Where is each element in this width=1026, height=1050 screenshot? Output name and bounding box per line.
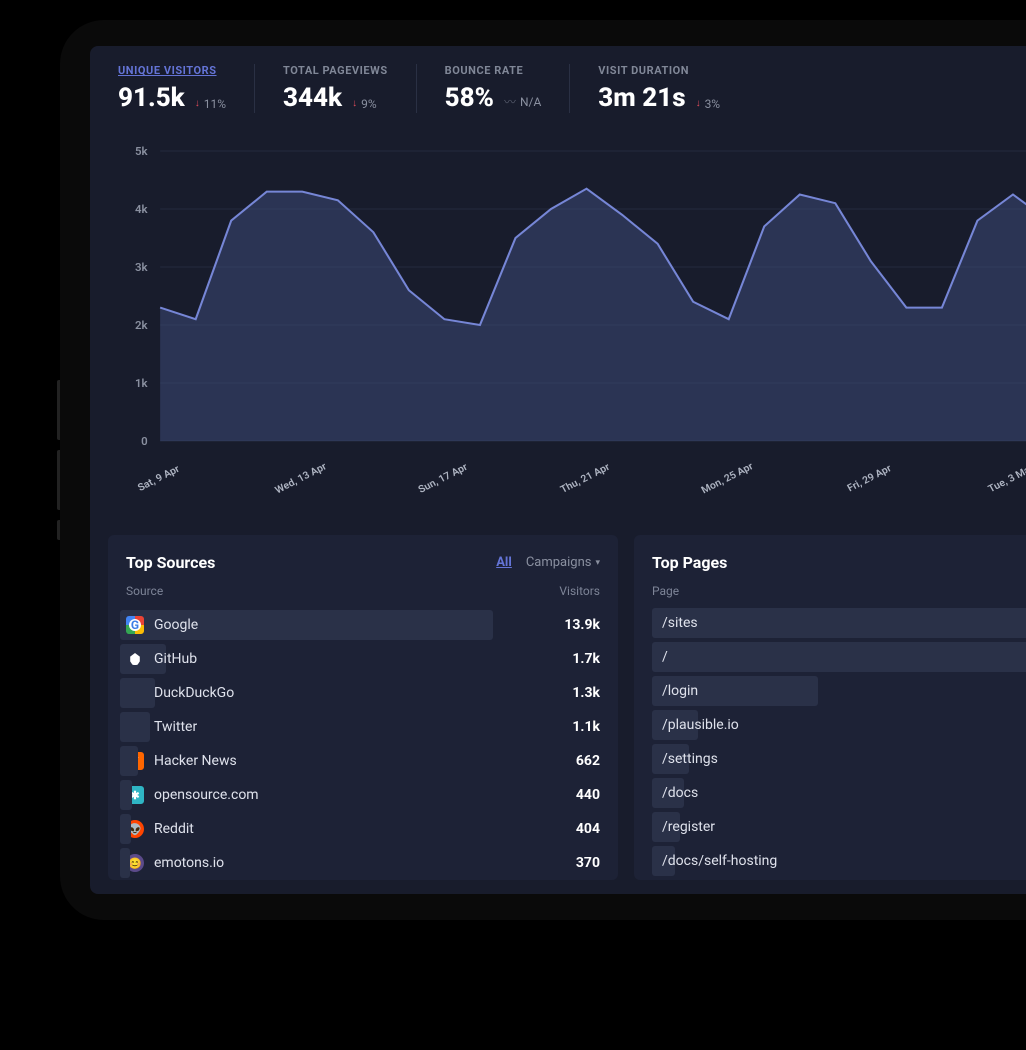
kpi-label: VISIT DURATION [598, 64, 720, 77]
svg-text:Mon, 25 Apr: Mon, 25 Apr [700, 461, 756, 496]
source-name: Reddit [154, 821, 194, 837]
kpi-visit-duration[interactable]: VISIT DURATION 3m 21s ↓ 3% [570, 64, 748, 113]
page-path: /login [652, 683, 698, 699]
source-name: opensource.com [154, 787, 259, 803]
tab-campaigns[interactable]: Campaigns ▾ [526, 555, 600, 570]
source-visitors: 13.9k [564, 617, 600, 633]
device-button [57, 380, 60, 440]
kpi-total-pageviews[interactable]: TOTAL PAGEVIEWS 344k ↓ 9% [255, 64, 417, 113]
col-page: Page [652, 584, 679, 598]
top-pages-panel: Top Pages Top Pages Page /sites / /login… [634, 535, 1026, 880]
source-visitors: 662 [576, 753, 600, 769]
source-name: GitHub [154, 651, 197, 667]
kpi-delta: ↓ 9% [352, 97, 377, 111]
arrow-down-icon: ↓ [352, 98, 357, 109]
svg-text:Thu, 21 Apr: Thu, 21 Apr [559, 462, 612, 496]
svg-text:Fri, 29 Apr: Fri, 29 Apr [846, 463, 894, 494]
kpi-value: 344k [283, 83, 342, 113]
source-row[interactable]: G Google 13.9k [126, 608, 600, 642]
svg-text:5k: 5k [135, 145, 149, 158]
dashboard-screen: UNIQUE VISITORS 91.5k ↓ 11% TOTAL PAGEVI… [90, 46, 1026, 894]
device-button [57, 520, 60, 540]
device-button [57, 450, 60, 510]
google-icon: G [126, 616, 144, 634]
kpi-value: 91.5k [118, 83, 185, 113]
page-row[interactable]: /register [652, 812, 1026, 842]
source-name: emotons.io [154, 855, 224, 871]
svg-text:1k: 1k [135, 377, 149, 390]
source-visitors: 1.1k [572, 719, 600, 735]
chevron-down-icon: ▾ [595, 558, 600, 568]
source-visitors: 1.3k [572, 685, 600, 701]
source-row[interactable]: GitHub 1.7k [126, 642, 600, 676]
page-row[interactable]: /docs/self-hosting [652, 846, 1026, 876]
tab-all[interactable]: All [496, 555, 512, 570]
dash-icon: 〰 [504, 93, 516, 110]
page-path: /settings [652, 751, 718, 767]
arrow-down-icon: ↓ [195, 98, 200, 109]
page-path: /docs/self-hosting [652, 853, 777, 869]
source-visitors: 370 [576, 855, 600, 871]
source-name: Hacker News [154, 753, 237, 769]
kpi-delta: 〰 N/A [504, 93, 541, 110]
source-row[interactable]: 🐦 Twitter 1.1k [126, 710, 600, 744]
source-row[interactable]: Y Hacker News 662 [126, 744, 600, 778]
arrow-down-icon: ↓ [696, 98, 701, 109]
page-path: /sites [652, 615, 698, 631]
page-path: / [652, 649, 668, 665]
page-row[interactable]: /docs [652, 778, 1026, 808]
svg-text:2k: 2k [135, 319, 149, 332]
svg-text:Tue, 3 May: Tue, 3 May [987, 462, 1026, 495]
tablet-frame: UNIQUE VISITORS 91.5k ↓ 11% TOTAL PAGEVI… [60, 20, 1026, 920]
source-name: Twitter [154, 719, 197, 735]
svg-text:3k: 3k [135, 261, 149, 274]
page-row[interactable]: / [652, 642, 1026, 672]
top-sources-panel: Top Sources All Campaigns ▾ Source Visit… [108, 535, 618, 880]
page-path: /plausible.io [652, 717, 739, 733]
source-visitors: 404 [576, 821, 600, 837]
col-source: Source [126, 584, 163, 598]
visitors-chart[interactable]: 0 1k 2k 3k 4k 5k Sat, 9 Apr Wed, 13 Apr Sun, 17 … [108, 141, 1026, 511]
source-row[interactable]: 😊 emotons.io 370 [126, 846, 600, 880]
kpi-delta: ↓ 3% [696, 97, 721, 111]
page-path: /docs [652, 785, 698, 801]
page-row[interactable]: /plausible.io [652, 710, 1026, 740]
source-visitors: 1.7k [572, 651, 600, 667]
kpi-label: UNIQUE VISITORS [118, 64, 226, 77]
source-row[interactable]: 👽 Reddit 404 [126, 812, 600, 846]
col-visitors: Visitors [559, 584, 600, 598]
panel-title: Top Sources [126, 553, 215, 572]
source-row[interactable]: 🦆 DuckDuckGo 1.3k [126, 676, 600, 710]
svg-text:Sat, 9 Apr: Sat, 9 Apr [136, 464, 182, 494]
page-path: /register [652, 819, 715, 835]
kpi-unique-visitors[interactable]: UNIQUE VISITORS 91.5k ↓ 11% [108, 64, 255, 113]
page-row[interactable]: /login [652, 676, 1026, 706]
kpi-delta: ↓ 11% [195, 97, 226, 111]
source-row[interactable]: ✱ opensource.com 440 [126, 778, 600, 812]
source-name: Google [154, 617, 198, 633]
source-visitors: 440 [576, 787, 600, 803]
panels-row: Top Sources All Campaigns ▾ Source Visit… [108, 535, 1026, 880]
page-row[interactable]: /sites [652, 608, 1026, 638]
page-row[interactable]: /settings [652, 744, 1026, 774]
panel-title: Top Pages [652, 553, 727, 572]
kpi-label: TOTAL PAGEVIEWS [283, 64, 388, 77]
svg-text:4k: 4k [135, 203, 149, 216]
svg-text:Wed, 13 Apr: Wed, 13 Apr [274, 461, 329, 496]
kpi-label: BOUNCE RATE [445, 64, 542, 77]
kpi-bounce-rate[interactable]: BOUNCE RATE 58% 〰 N/A [417, 64, 571, 113]
svg-text:Sun, 17 Apr: Sun, 17 Apr [417, 462, 470, 496]
svg-text:0: 0 [141, 435, 148, 448]
kpi-row: UNIQUE VISITORS 91.5k ↓ 11% TOTAL PAGEVI… [108, 64, 1026, 113]
kpi-value: 3m 21s [598, 83, 685, 113]
kpi-value: 58% [445, 83, 494, 113]
source-name: DuckDuckGo [154, 685, 234, 701]
